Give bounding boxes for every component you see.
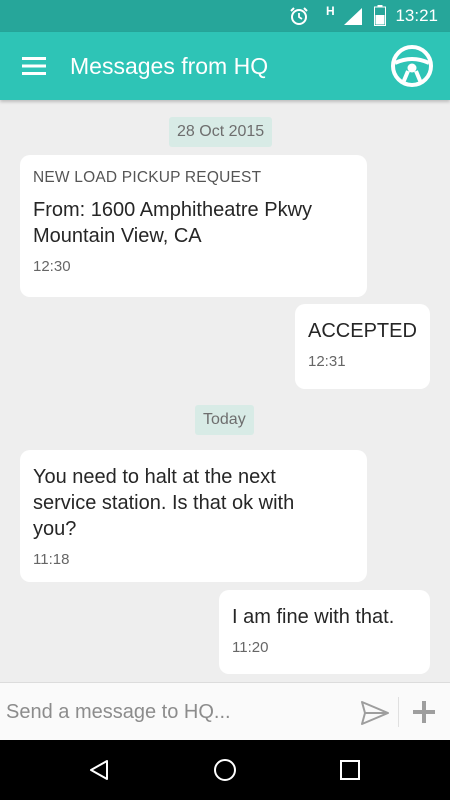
message-bubble-outgoing[interactable]: ACCEPTED 12:31 <box>295 304 430 389</box>
message-text-line: you? <box>33 518 77 540</box>
date-separator: Today <box>195 405 254 435</box>
page-title: Messages from HQ <box>70 53 269 79</box>
home-icon[interactable] <box>213 758 237 782</box>
alarm-icon <box>290 7 308 25</box>
message-time: 11:20 <box>232 639 269 656</box>
message-text-line: You need to halt at the next <box>33 466 276 488</box>
message-time: 12:30 <box>33 258 71 275</box>
plus-icon[interactable] <box>412 700 436 724</box>
message-time: 12:31 <box>308 353 346 370</box>
message-bubble-outgoing[interactable]: I am fine with that. 11:20 <box>219 590 430 674</box>
navigation-bar <box>0 740 450 800</box>
message-caption: NEW LOAD PICKUP REQUEST <box>33 169 262 186</box>
message-input[interactable] <box>6 694 346 730</box>
message-text-line: Mountain View, CA <box>33 225 202 247</box>
menu-icon[interactable] <box>22 54 48 78</box>
message-text-line: From: 1600 Amphitheatre Pkwy <box>33 199 313 221</box>
status-bar: H 13:21 <box>0 0 450 32</box>
composer-divider <box>398 697 399 727</box>
message-bubble-incoming[interactable]: You need to halt at the next service sta… <box>20 450 367 582</box>
battery-icon <box>374 5 386 26</box>
message-text: ACCEPTED <box>308 320 417 342</box>
app-bar: Messages from HQ <box>0 32 450 100</box>
message-bubble-incoming[interactable]: NEW LOAD PICKUP REQUEST From: 1600 Amphi… <box>20 155 367 297</box>
send-icon[interactable] <box>360 699 390 727</box>
back-icon[interactable] <box>88 759 110 781</box>
signal-icon <box>344 8 362 25</box>
steering-wheel-icon[interactable] <box>390 44 434 88</box>
message-text: I am fine with that. <box>232 606 395 628</box>
message-composer <box>0 682 450 740</box>
message-list[interactable]: 28 Oct 2015 NEW LOAD PICKUP REQUEST From… <box>0 100 450 682</box>
network-type-label: H <box>326 4 335 18</box>
message-time: 11:18 <box>33 551 70 568</box>
recents-icon[interactable] <box>340 760 360 780</box>
date-separator: 28 Oct 2015 <box>169 117 273 147</box>
status-time: 13:21 <box>395 6 438 25</box>
message-text-line: service station. Is that ok with <box>33 492 295 514</box>
